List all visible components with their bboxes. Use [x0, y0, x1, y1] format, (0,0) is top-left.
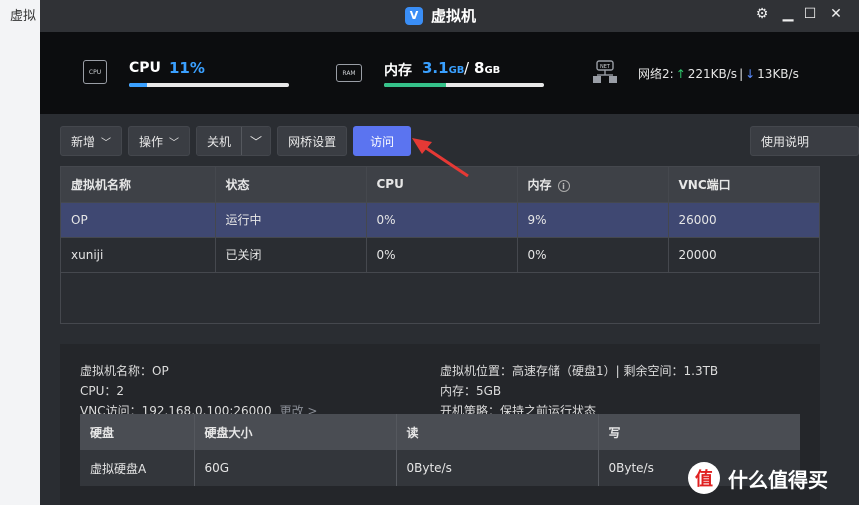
- vm-memory-cell: 9%: [517, 202, 669, 238]
- vm-memory-cell: 0%: [517, 237, 669, 273]
- speed-divider: |: [739, 66, 744, 81]
- svg-text:NET: NET: [600, 64, 611, 70]
- network-icon: NET: [593, 60, 617, 83]
- detail-memory: 内存：5GB: [440, 384, 502, 398]
- add-dropdown-button[interactable]: 新增 ﹀: [60, 126, 123, 156]
- vm-manager-window: V 虚拟机 ⚙ ▁ ☐ ✕ CPU CPU 11% RAM 内存 3.1GB /…: [40, 0, 859, 505]
- toolbar: 新增 ﹀ 操作 ﹀ 关机 ﹀ 网桥设置 访问: [60, 126, 412, 156]
- shutdown-split-button: 关机 ﹀: [196, 126, 272, 156]
- title-bar: V 虚拟机 ⚙ ▁ ☐ ✕: [40, 0, 859, 32]
- download-arrow-icon: ↓: [745, 66, 756, 81]
- detail-vm-name: 虚拟机名称：OP: [80, 364, 169, 378]
- table-row[interactable]: xuniji 已关闭 0% 0% 20000: [61, 237, 819, 273]
- shutdown-options-chevron-icon[interactable]: ﹀: [241, 127, 271, 155]
- bridge-settings-button[interactable]: 网桥设置: [277, 126, 348, 156]
- minimize-button[interactable]: ▁: [778, 6, 798, 22]
- column-header-name[interactable]: 虚拟机名称: [61, 167, 216, 203]
- ram-chip-icon: RAM: [336, 64, 362, 82]
- memory-label: 内存: [384, 63, 412, 79]
- disk-table-header: 硬盘 硬盘大小 读 写: [80, 414, 800, 450]
- vm-vnc-cell: 20000: [668, 237, 819, 273]
- disk-read-cell: 0Byte/s: [396, 450, 599, 486]
- annotation-arrow-icon: [412, 138, 469, 178]
- vm-status-cell: 已关闭: [215, 237, 367, 273]
- chevron-down-icon: ﹀: [169, 137, 180, 149]
- watermark-text: 什么值得买: [728, 467, 828, 492]
- operate-dropdown-button[interactable]: 操作 ﹀: [128, 126, 191, 156]
- cpu-label: CPU: [129, 60, 161, 76]
- network-label: 网络2:: [638, 67, 674, 81]
- visit-button[interactable]: 访问: [353, 126, 412, 156]
- column-header-memory[interactable]: 内存 i: [517, 167, 669, 203]
- cpu-chip-icon: CPU: [83, 60, 107, 84]
- maximize-button[interactable]: ☐: [800, 6, 820, 22]
- disk-name-cell: 虚拟硬盘A: [80, 450, 195, 486]
- network-speed: 网络2: ↑ 221KB/s | ↓ 13KB/s: [638, 65, 799, 82]
- watermark: 值 什么值得买: [688, 462, 828, 494]
- memory-total: 8GB: [474, 59, 501, 77]
- settings-icon[interactable]: ⚙: [752, 6, 772, 22]
- vm-name-cell: xuniji: [61, 237, 216, 273]
- upload-arrow-icon: ↑: [675, 66, 686, 81]
- upload-speed: 221KB/s: [687, 66, 738, 81]
- app-logo-icon: V: [405, 6, 423, 25]
- vm-cpu-cell: 0%: [366, 237, 518, 273]
- shutdown-button[interactable]: 关机: [197, 127, 242, 155]
- cpu-value: 11%: [169, 59, 205, 77]
- chevron-down-icon: ﹀: [101, 137, 112, 149]
- vm-cpu-cell: 0%: [366, 202, 518, 238]
- column-header-status[interactable]: 状态: [215, 167, 367, 203]
- memory-usage-bar: [384, 83, 544, 87]
- detail-location: 虚拟机位置：高速存储（硬盘1）| 剩余空间：1.3TB: [440, 364, 719, 378]
- column-header-disk: 硬盘: [80, 414, 195, 450]
- column-header-write: 写: [598, 414, 800, 450]
- info-icon[interactable]: i: [557, 179, 570, 192]
- window-title: V 虚拟机: [405, 5, 476, 26]
- cpu-usage-bar: [129, 83, 289, 87]
- resource-stats-bar: CPU CPU 11% RAM 内存 3.1GB / 8GB NET 网络2: …: [40, 32, 859, 114]
- disk-size-cell: 60G: [194, 450, 397, 486]
- memory-used: 3.1GB: [422, 59, 465, 77]
- column-header-vnc-port[interactable]: VNC端口: [668, 167, 819, 203]
- close-button[interactable]: ✕: [826, 6, 846, 22]
- detail-cpu: CPU：2: [80, 384, 125, 398]
- watermark-logo-icon: 值: [688, 462, 720, 494]
- help-button[interactable]: 使用说明: [750, 126, 859, 156]
- vm-status-cell: 运行中: [215, 202, 367, 238]
- background-tab-title: 虚拟: [10, 9, 37, 24]
- window-title-text: 虚拟机: [431, 7, 477, 25]
- vm-name-cell: OP: [61, 202, 216, 238]
- vm-vnc-cell: 26000: [668, 202, 819, 238]
- table-row[interactable]: OP 运行中 0% 9% 26000: [61, 202, 819, 238]
- memory-separator: /: [464, 59, 470, 77]
- column-header-read: 读: [396, 414, 599, 450]
- vm-table: 虚拟机名称 状态 CPU 内存 i VNC端口 OP 运行中 0% 9% 2600…: [60, 166, 820, 324]
- download-speed: 13KB/s: [757, 66, 799, 81]
- column-header-disk-size: 硬盘大小: [194, 414, 397, 450]
